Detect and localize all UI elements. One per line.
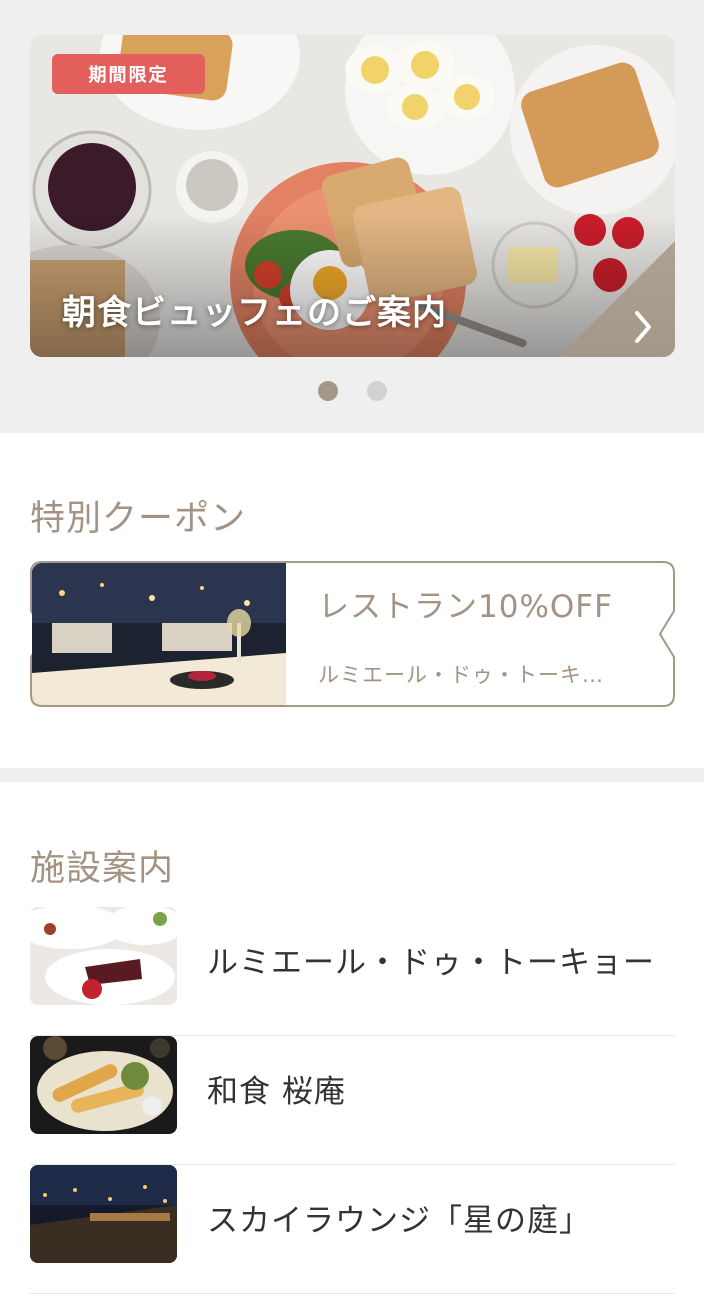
banner-title: 朝食ビュッフェのご案内 <box>62 293 447 333</box>
facility-list-item[interactable]: ルミエール・ドゥ・トーキョー <box>30 907 675 1036</box>
coupon-card[interactable]: レストラン10%OFF ルミエール・ドゥ・トーキ… <box>30 561 675 707</box>
coupon-subtitle: ルミエール・ドゥ・トーキ… <box>318 663 604 687</box>
section-divider <box>0 768 704 782</box>
facility-thumbnail <box>30 1036 177 1134</box>
carousel-pagination <box>0 380 704 402</box>
chevron-right-icon <box>559 241 675 357</box>
breakfast-banner[interactable]: 期間限定 朝食ビュッフェのご案内 <box>30 35 675 357</box>
facility-name: スカイラウンジ「星の庭」 <box>207 1203 591 1239</box>
coupon-section-title: 特別クーポン <box>30 499 247 539</box>
facility-thumbnail <box>30 1165 177 1263</box>
facility-list-item[interactable]: スカイラウンジ「星の庭」 <box>30 1165 675 1294</box>
facility-list-item[interactable]: 和食 桜庵 <box>30 1036 675 1165</box>
limited-time-badge: 期間限定 <box>52 54 205 94</box>
banner-next-button[interactable] <box>559 241 675 357</box>
facility-name: 和食 桜庵 <box>207 1074 346 1110</box>
restaurant-photo <box>32 563 286 705</box>
pagination-dot-1[interactable] <box>318 381 338 401</box>
pagination-dot-2[interactable] <box>367 381 387 401</box>
facility-section-title: 施設案内 <box>30 849 175 889</box>
coupon-title: レストラン10%OFF <box>318 589 613 625</box>
facility-name: ルミエール・ドゥ・トーキョー <box>207 945 655 981</box>
facility-thumbnail <box>30 907 177 1005</box>
banner-carousel: 期間限定 朝食ビュッフェのご案内 <box>0 0 704 433</box>
